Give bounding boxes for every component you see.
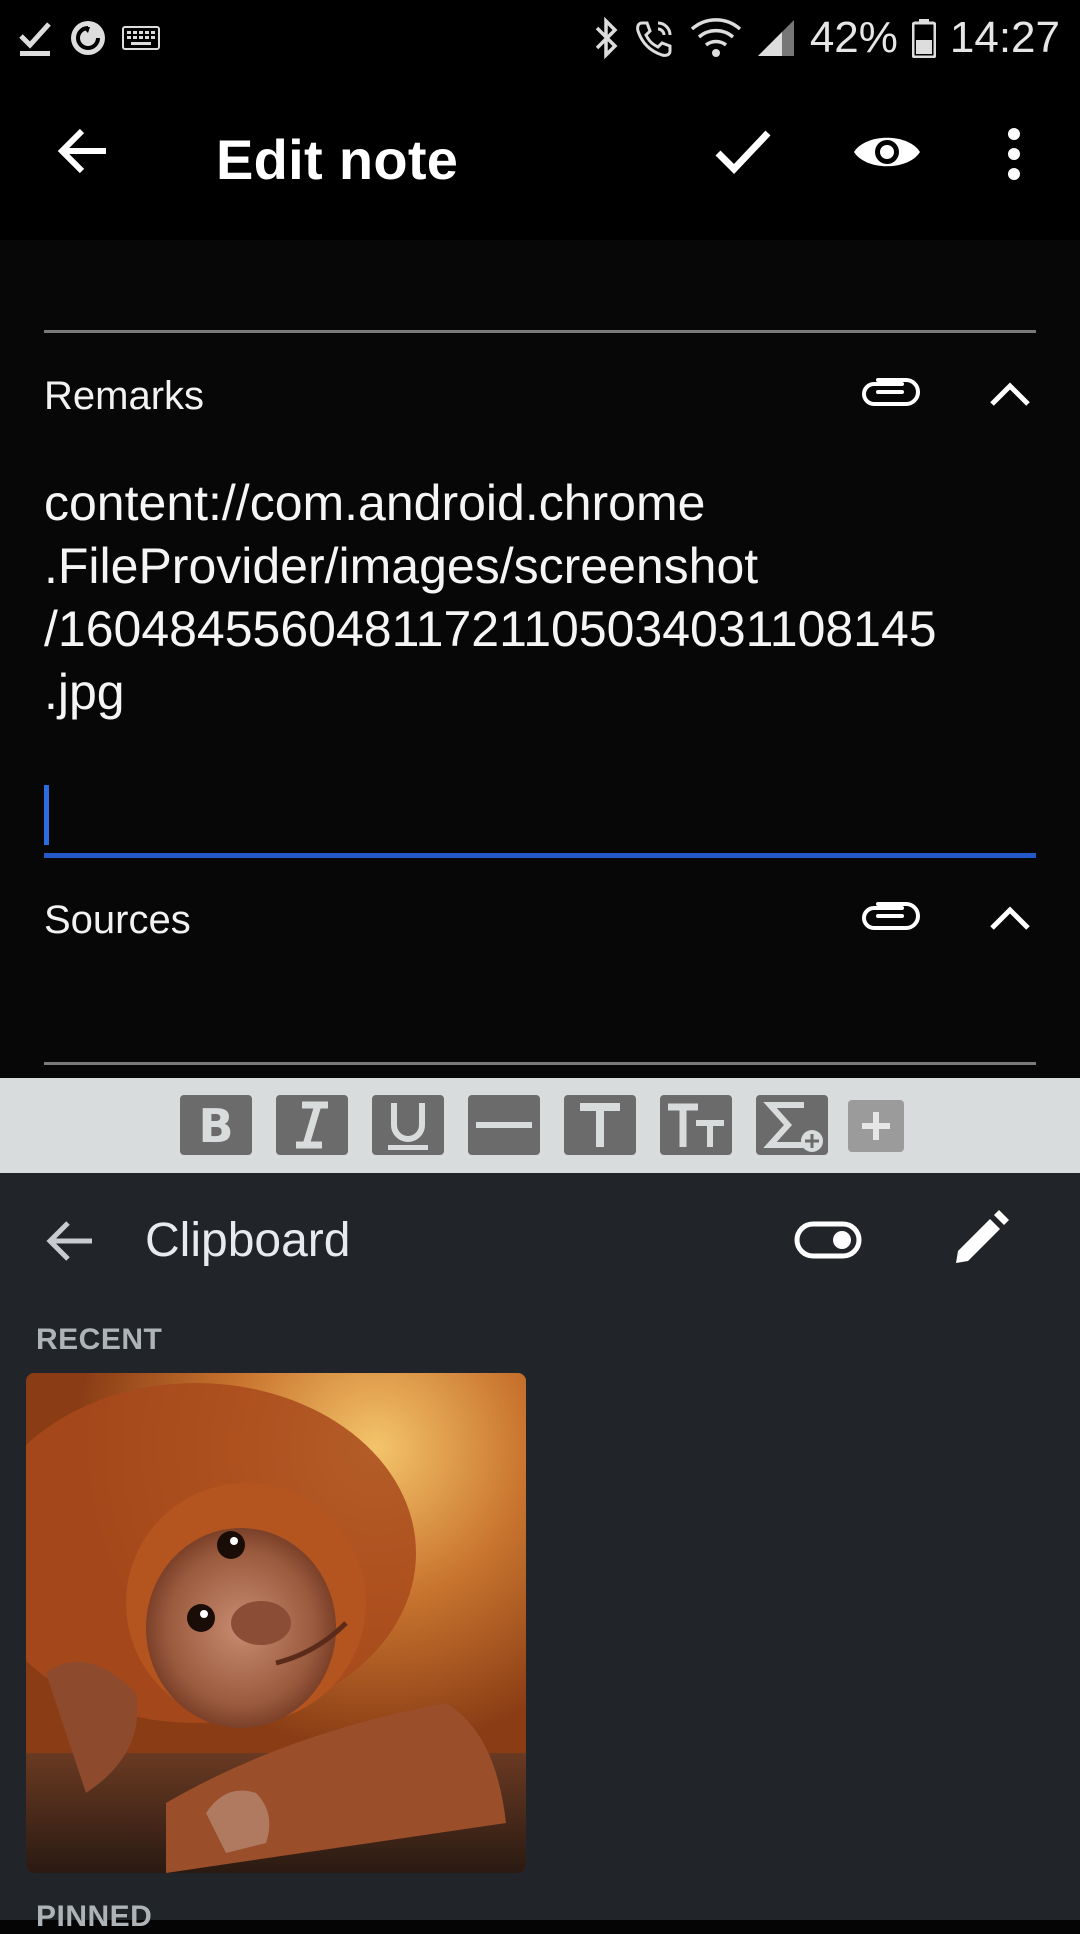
bold-button[interactable]: B <box>180 1095 252 1155</box>
status-bar: 42% 14:27 <box>0 0 1080 75</box>
chevron-up-icon[interactable] <box>978 362 1042 426</box>
underline-icon <box>388 1103 428 1150</box>
bold-icon: B <box>198 1099 233 1153</box>
battery-icon <box>911 19 936 58</box>
signal-icon <box>757 20 794 56</box>
strikethrough-button[interactable] <box>468 1095 540 1155</box>
app-bar: Edit note <box>0 75 1080 240</box>
clock: 14:27 <box>949 13 1060 62</box>
back-arrow-icon[interactable] <box>56 123 112 179</box>
text-style-button[interactable] <box>660 1095 732 1155</box>
strikethrough-icon <box>476 1122 532 1128</box>
back-arrow-icon[interactable] <box>44 1215 96 1267</box>
download-done-icon <box>19 22 51 56</box>
svg-text:B: B <box>198 1099 233 1153</box>
toggle-icon[interactable] <box>794 1219 862 1261</box>
recent-section-label: RECENT <box>36 1323 163 1356</box>
status-right-group: 42% 14:27 <box>594 12 1060 64</box>
divider <box>44 330 1036 333</box>
wifi-icon <box>690 18 741 57</box>
text-style-icon <box>668 1103 724 1147</box>
pencil-icon[interactable] <box>950 1209 1010 1269</box>
paperclip-icon[interactable] <box>858 886 922 950</box>
text-cursor <box>44 785 49 845</box>
eye-icon[interactable] <box>852 127 922 177</box>
remarks-label: Remarks <box>44 374 205 418</box>
more-vert-icon[interactable] <box>1000 127 1028 181</box>
remarks-field[interactable]: content://com.android.chrome .FileProvid… <box>44 472 1044 724</box>
check-icon[interactable] <box>714 127 772 177</box>
page-title: Edit note <box>216 128 459 191</box>
chevron-up-icon[interactable] <box>978 886 1042 950</box>
format-toolbar: B <box>0 1078 1080 1173</box>
text-size-icon <box>580 1103 620 1147</box>
formula-button[interactable] <box>756 1095 828 1155</box>
text-size-button[interactable] <box>564 1095 636 1155</box>
add-format-button[interactable] <box>848 1100 904 1152</box>
bluetooth-icon <box>595 16 618 60</box>
italic-icon <box>296 1101 328 1149</box>
wifi-calling-icon <box>635 21 672 57</box>
keyboard-icon <box>122 26 160 50</box>
clipboard-title: Clipboard <box>145 1214 351 1267</box>
paperclip-icon[interactable] <box>858 362 922 426</box>
clipboard-panel: Clipboard RECENT PINNED <box>0 1173 1080 1933</box>
remarks-focus-underline <box>44 853 1036 858</box>
sigma-icon <box>763 1102 823 1152</box>
pinned-section-label: PINNED <box>36 1900 153 1933</box>
note-editor: Remarks content://com.android.chrome .Fi… <box>0 240 1080 1078</box>
battery-percent: 42% <box>809 13 898 62</box>
sources-divider <box>44 1062 1036 1065</box>
italic-button[interactable] <box>276 1095 348 1155</box>
sources-label: Sources <box>44 898 191 942</box>
plus-icon <box>862 1112 890 1140</box>
sync-icon <box>71 21 105 55</box>
underline-button[interactable] <box>372 1095 444 1155</box>
clipboard-item-image[interactable] <box>26 1373 526 1873</box>
orangutan-photo <box>26 1373 526 1873</box>
